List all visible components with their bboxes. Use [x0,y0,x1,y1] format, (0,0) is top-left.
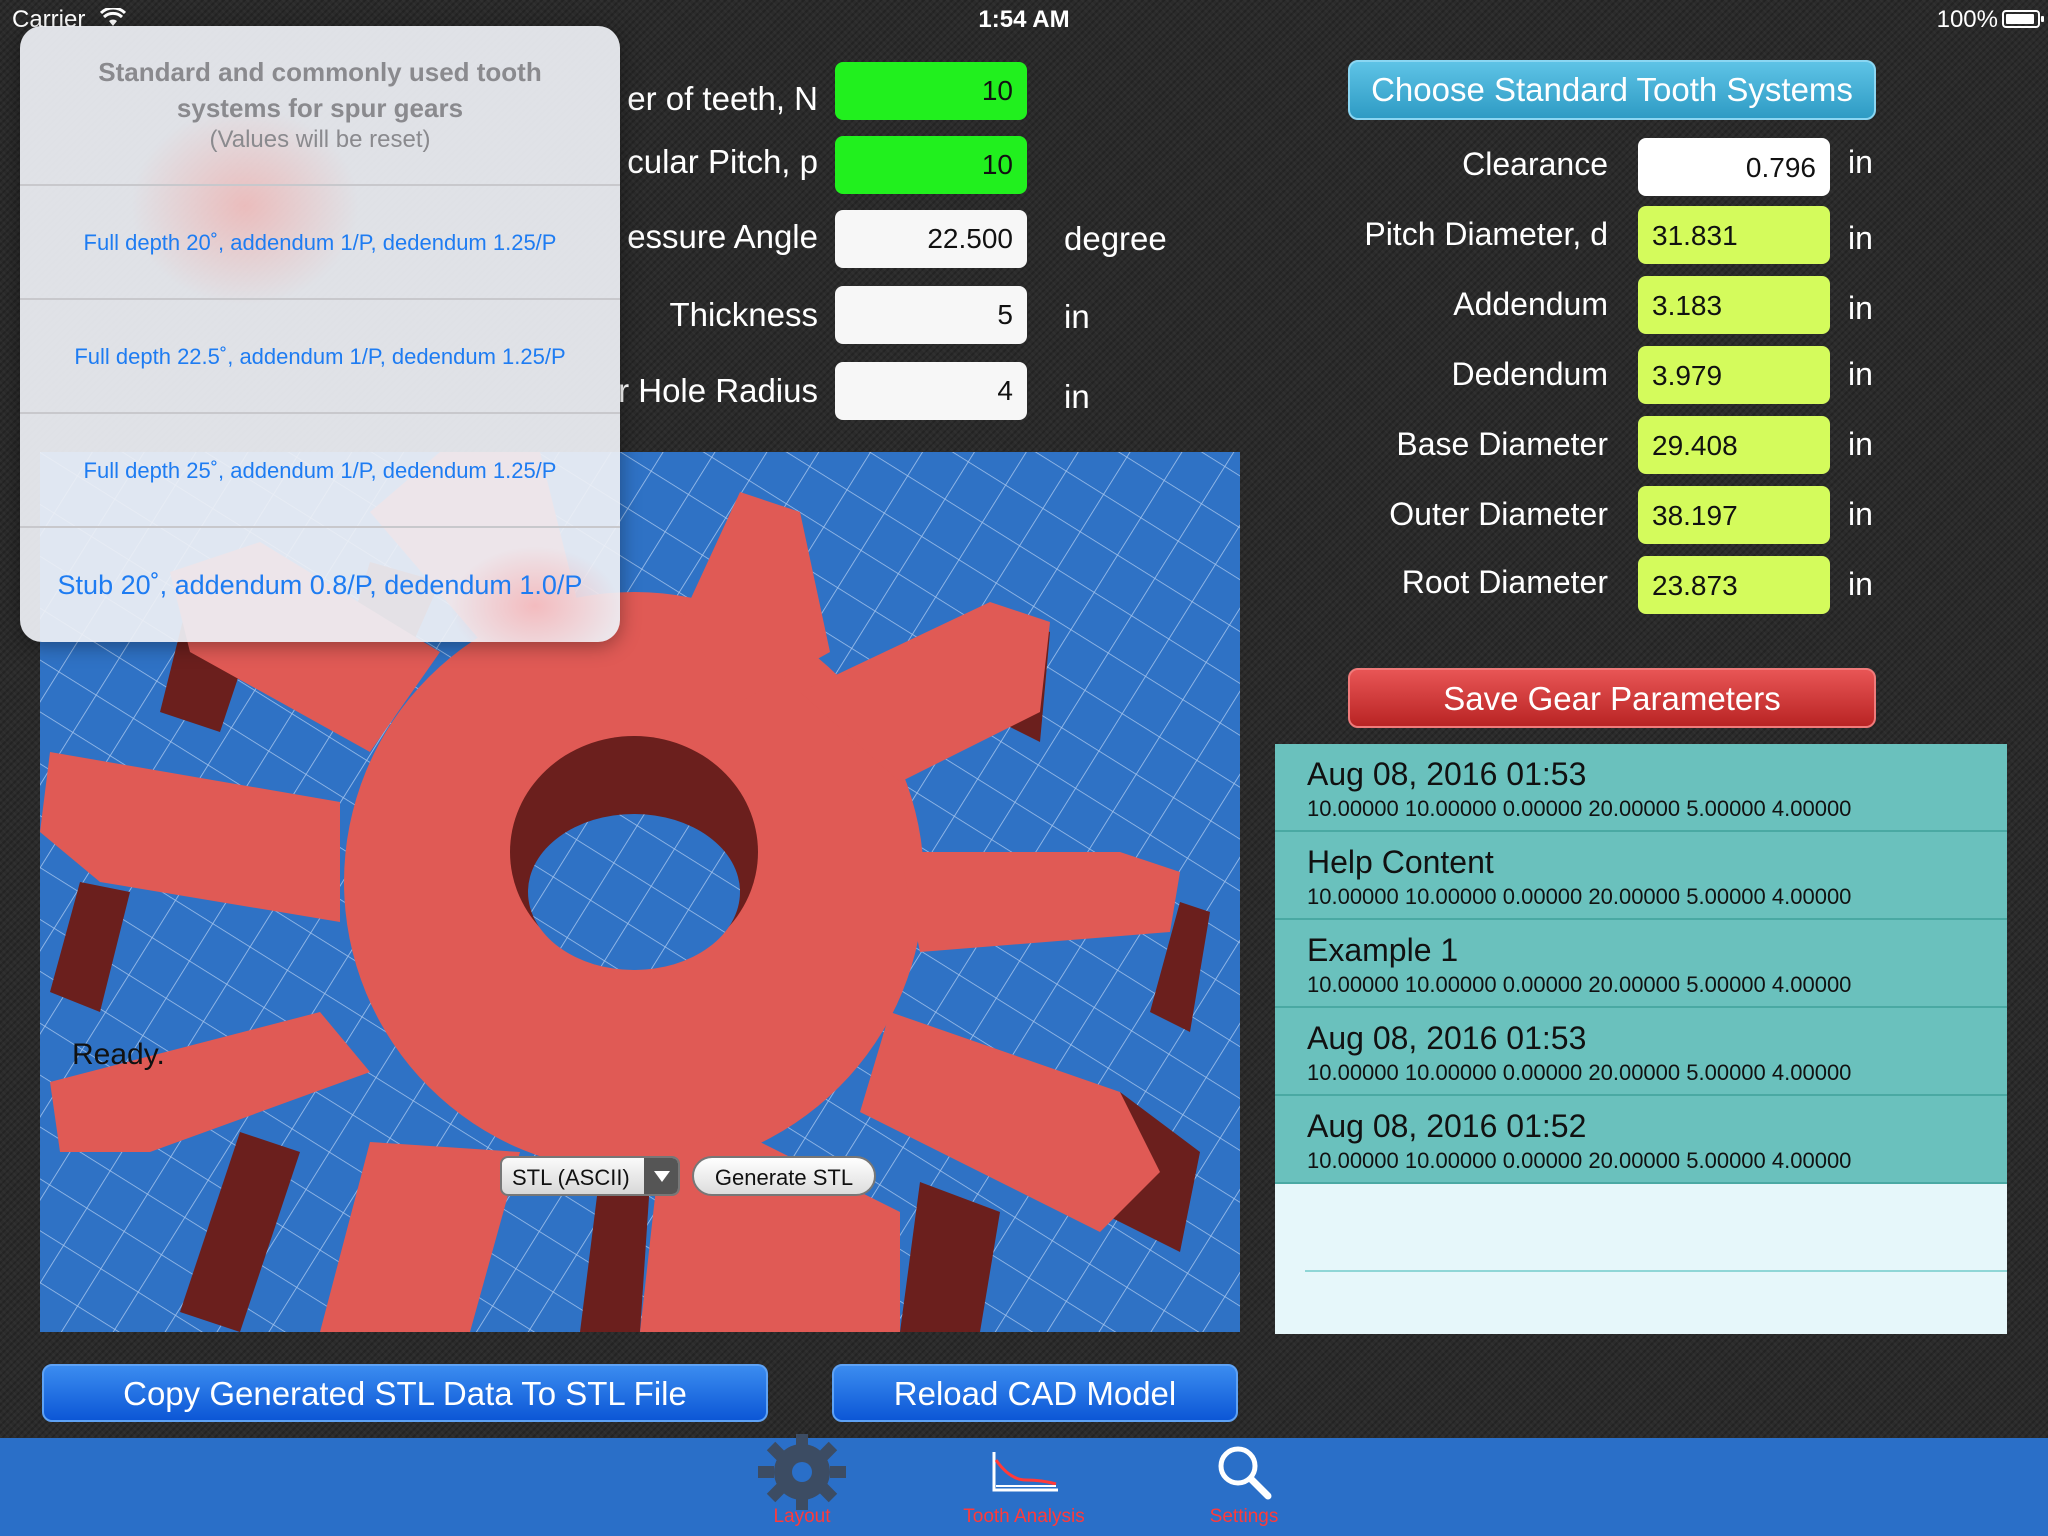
root-diameter-label: Root Diameter [1401,564,1608,600]
tab-settings[interactable]: Settings [1164,1438,1324,1536]
empty-list-row [1305,1184,2007,1272]
pitch-diameter-label: Pitch Diameter, d [1364,216,1608,252]
thickness-input[interactable]: 5 [835,286,1027,344]
dedendum-label: Dedendum [1451,356,1608,392]
addendum-unit: in [1848,290,1873,326]
list-item[interactable]: Help Content 10.00000 10.00000 0.00000 2… [1275,832,2007,920]
hole-radius-unit: in [1064,378,1090,415]
dedendum-unit: in [1848,356,1873,392]
list-item-title: Example 1 [1307,932,1459,968]
save-gear-parameters-button[interactable]: Save Gear Parameters [1348,668,1876,728]
outer-diameter-label: Outer Diameter [1389,496,1608,532]
chart-icon [990,1450,1060,1499]
base-diameter-unit: in [1848,426,1873,462]
list-item[interactable]: Aug 08, 2016 01:53 10.00000 10.00000 0.0… [1275,744,2007,832]
list-item-params: 10.00000 10.00000 0.00000 20.00000 5.000… [1307,972,1852,997]
list-item-title: Aug 08, 2016 01:52 [1307,1108,1587,1144]
list-item-params: 10.00000 10.00000 0.00000 20.00000 5.000… [1307,1148,1852,1173]
list-item-title: Aug 08, 2016 01:53 [1307,1020,1587,1056]
tab-settings-label: Settings [1209,1506,1279,1527]
root-diameter-unit: in [1848,566,1873,602]
thickness-unit: in [1064,298,1090,335]
option-full-depth-22-5[interactable]: Full depth 22.5˚, addendum 1/P, dedendum… [20,300,620,414]
option-stub-20[interactable]: Stub 20˚, addendum 0.8/P, dedendum 1.0/P [20,528,620,642]
viewport-status-text: Ready. [72,1038,165,1071]
addendum-value: 3.183 [1638,276,1830,334]
stl-format-select[interactable]: STL (ASCII) [500,1156,680,1196]
base-diameter-value: 29.408 [1638,416,1830,474]
tab-tooth-analysis-label: Tooth Analysis [963,1506,1085,1527]
option-full-depth-25[interactable]: Full depth 25˚, addendum 1/P, dedendum 1… [20,414,620,528]
popover-note: (Values will be reset) [209,126,431,153]
pitch-diameter-value: 31.831 [1638,206,1830,264]
hole-radius-input[interactable]: 4 [835,362,1027,420]
stl-format-value: STL (ASCII) [512,1165,630,1190]
teeth-count-input[interactable]: 10 [835,62,1027,120]
tab-tooth-analysis[interactable]: Tooth Analysis [944,1438,1104,1536]
tooth-systems-popover: Standard and commonly used tooth systems… [20,26,620,642]
choose-tooth-systems-button[interactable]: Choose Standard Tooth Systems [1348,60,1876,120]
gear-icon [744,1432,860,1517]
pressure-angle-unit: degree [1064,220,1167,257]
base-diameter-label: Base Diameter [1396,426,1608,462]
tab-layout[interactable]: Layout [722,1434,882,1536]
list-item-title: Aug 08, 2016 01:53 [1307,756,1587,792]
generate-stl-button[interactable]: Generate STL [692,1156,876,1196]
search-icon [1214,1442,1274,1507]
addendum-label: Addendum [1453,286,1608,322]
battery-label: 100% [1936,6,1998,33]
clearance-label: Clearance [1462,146,1608,182]
popover-title: Standard and commonly used tooth systems… [98,57,542,123]
option-full-depth-20[interactable]: Full depth 20˚, addendum 1/P, dedendum 1… [20,186,620,300]
saved-parameters-list[interactable]: Aug 08, 2016 01:53 10.00000 10.00000 0.0… [1275,744,2007,1334]
list-item[interactable]: Aug 08, 2016 01:53 10.00000 10.00000 0.0… [1275,1008,2007,1096]
clearance-input[interactable]: 0.796 [1638,138,1830,196]
popover-header: Standard and commonly used tooth systems… [20,26,620,186]
list-item[interactable]: Aug 08, 2016 01:52 10.00000 10.00000 0.0… [1275,1096,2007,1184]
list-item[interactable]: Example 1 10.00000 10.00000 0.00000 20.0… [1275,920,2007,1008]
outer-diameter-unit: in [1848,496,1873,532]
list-item-params: 10.00000 10.00000 0.00000 20.00000 5.000… [1307,1060,1852,1085]
list-item-params: 10.00000 10.00000 0.00000 20.00000 5.000… [1307,796,1852,821]
clearance-unit: in [1848,144,1873,180]
battery-icon [2002,10,2044,28]
tab-layout-label: Layout [773,1506,831,1527]
list-item-params: 10.00000 10.00000 0.00000 20.00000 5.000… [1307,884,1852,909]
root-diameter-value: 23.873 [1638,556,1830,614]
reload-cad-button[interactable]: Reload CAD Model [832,1364,1238,1422]
dropdown-arrow-icon [644,1158,678,1194]
pitch-diameter-unit: in [1848,220,1873,256]
pressure-angle-input[interactable]: 22.500 [835,210,1027,268]
copy-stl-button[interactable]: Copy Generated STL Data To STL File [42,1364,768,1422]
outer-diameter-value: 38.197 [1638,486,1830,544]
dedendum-value: 3.979 [1638,346,1830,404]
tab-bar: Layout Tooth Analysis Settings [0,1434,2048,1536]
circular-pitch-input[interactable]: 10 [835,136,1027,194]
list-item-title: Help Content [1307,844,1494,880]
